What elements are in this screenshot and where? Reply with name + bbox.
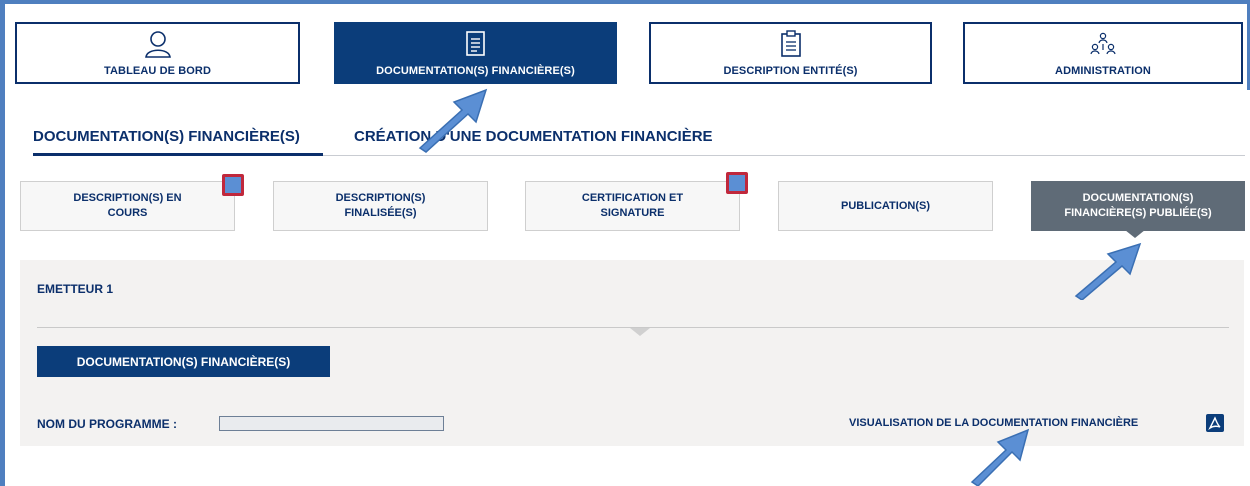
step-label-line1: DESCRIPTION(S) EN	[73, 192, 182, 204]
program-name-label: NOM DU PROGRAMME :	[37, 417, 177, 431]
step-publications[interactable]: PUBLICATION(S)	[778, 181, 993, 231]
annotation-arrow	[418, 88, 488, 153]
step-label-line1: PUBLICATION(S)	[840, 199, 930, 212]
documentations-financieres-button[interactable]: DOCUMENTATION(S) FINANCIÈRE(S)	[37, 346, 330, 377]
window-frame-top	[0, 0, 1250, 4]
nav-administration[interactable]: ADMINISTRATION	[963, 22, 1243, 84]
step-label-line2: SIGNATURE	[600, 207, 665, 219]
tab-documentations-financieres[interactable]: DOCUMENTATION(S) FINANCIÈRE(S)	[33, 128, 300, 145]
step-descriptions-finalisees[interactable]: DESCRIPTION(S) FINALISÉE(S)	[273, 181, 488, 231]
annotation-arrow	[970, 428, 1030, 486]
step-label-line2: FINALISÉE(S)	[344, 207, 417, 219]
nav-label: ADMINISTRATION	[1055, 65, 1151, 77]
active-step-pointer	[1125, 230, 1145, 238]
nav-label: DESCRIPTION ENTITÉ(S)	[723, 65, 858, 77]
clipboard-icon	[776, 29, 806, 59]
nav-label: TABLEAU DE BORD	[103, 65, 211, 77]
step-certification-signature[interactable]: CERTIFICATION ET SIGNATURE	[525, 181, 740, 231]
notification-badge	[222, 174, 244, 196]
step-label-line1: DOCUMENTATION(S)	[1082, 192, 1194, 204]
step-label-line2: COURS	[107, 207, 148, 219]
window-frame-left	[0, 0, 5, 486]
tab-creation-documentation[interactable]: CRÉATION D'UNE DOCUMENTATION FINANCIÈRE	[354, 128, 713, 145]
collapse-caret-icon[interactable]	[630, 328, 650, 336]
org-chart-icon	[1088, 29, 1118, 59]
notification-badge	[726, 172, 748, 194]
program-name-field[interactable]	[219, 416, 444, 431]
step-label-line2: FINANCIÈRE(S) PUBLIÉE(S)	[1064, 207, 1212, 219]
step-documentations-publiees[interactable]: DOCUMENTATION(S) FINANCIÈRE(S) PUBLIÉE(S)	[1031, 181, 1245, 231]
active-tab-underline	[33, 153, 323, 156]
nav-tableau-de-bord[interactable]: TABLEAU DE BORD	[15, 22, 300, 84]
step-label-line1: DESCRIPTION(S)	[335, 192, 426, 204]
user-icon	[143, 29, 173, 59]
annotation-arrow	[1074, 242, 1142, 300]
pdf-icon[interactable]	[1206, 414, 1224, 432]
nav-description-entites[interactable]: DESCRIPTION ENTITÉ(S)	[649, 22, 932, 84]
step-label-line1: CERTIFICATION ET	[581, 192, 684, 204]
nav-label: DOCUMENTATION(S) FINANCIÈRE(S)	[376, 65, 575, 77]
emitter-title: EMETTEUR 1	[37, 282, 114, 296]
document-icon	[461, 29, 491, 59]
nav-documentations-financieres[interactable]: DOCUMENTATION(S) FINANCIÈRE(S)	[334, 22, 617, 84]
step-descriptions-en-cours[interactable]: DESCRIPTION(S) EN COURS	[20, 181, 235, 231]
